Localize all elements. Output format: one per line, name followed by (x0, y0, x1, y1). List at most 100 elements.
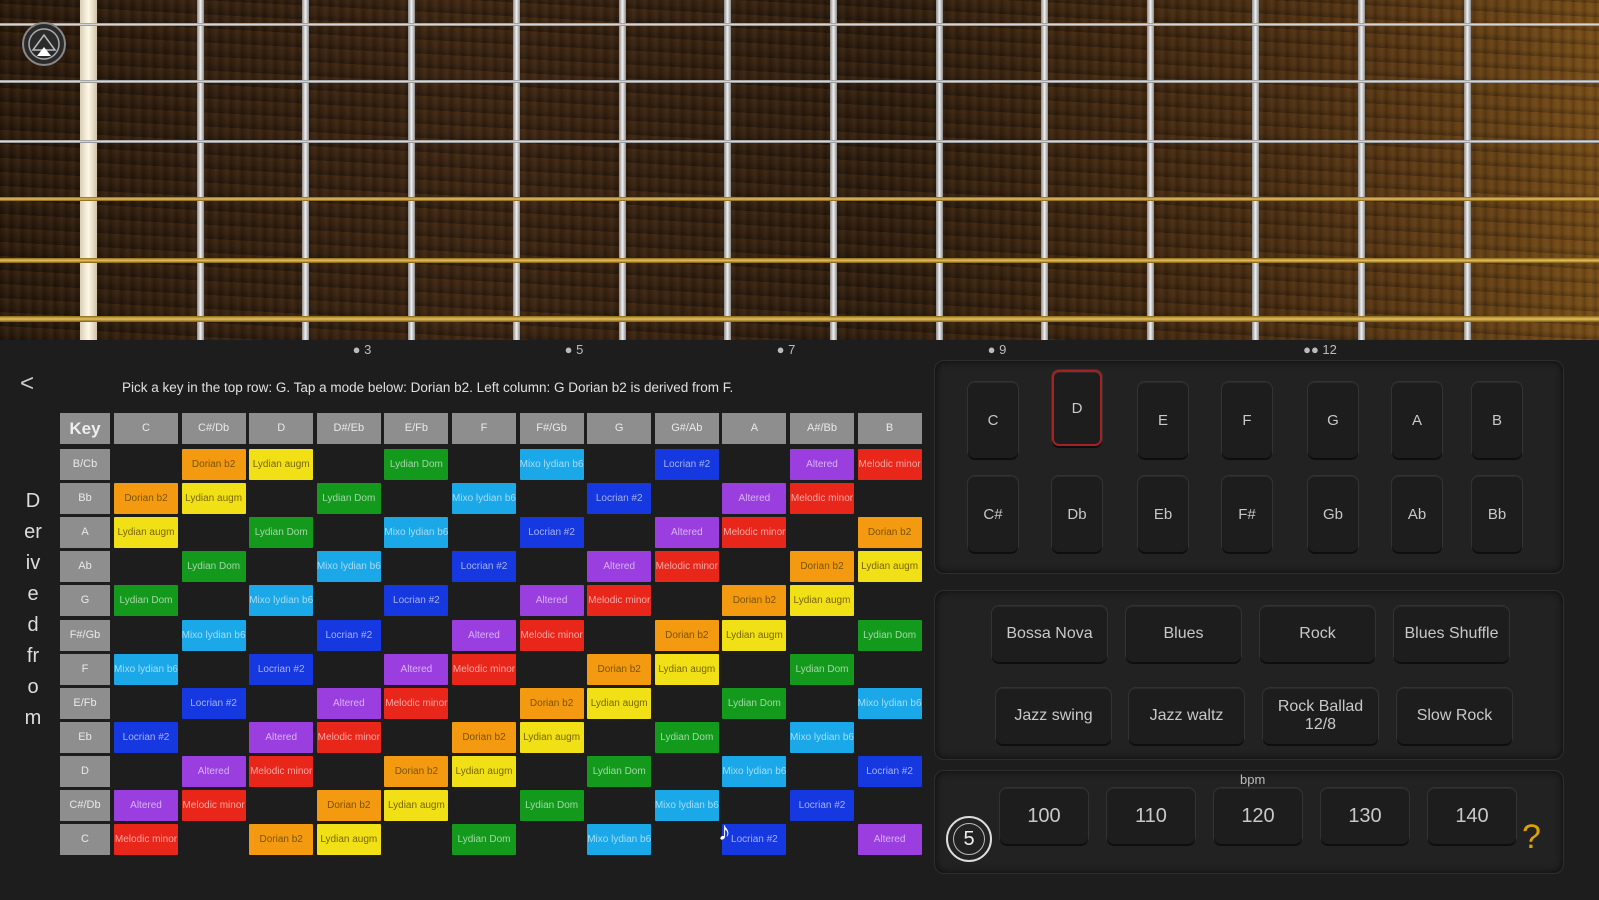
column-key-header[interactable]: F#/Gb (519, 413, 584, 444)
mode-cell[interactable]: Locrian #2 (114, 721, 178, 753)
mode-cell[interactable]: Locrian #2 (654, 449, 719, 480)
mode-cell[interactable]: Mixo lydian b6 (519, 449, 584, 480)
mode-cell[interactable]: Locrian #2 (790, 790, 854, 821)
mode-cell[interactable]: Altered (587, 551, 652, 583)
mode-cell[interactable]: Mixo lydian b6 (452, 483, 516, 515)
row-key-header[interactable]: F#/Gb (60, 619, 110, 651)
mode-cell[interactable]: Altered (114, 790, 178, 821)
mode-cell[interactable]: Melodic minor (519, 619, 584, 651)
mode-cell[interactable]: Dorian b2 (790, 551, 854, 583)
mode-cell[interactable]: Dorian b2 (654, 619, 719, 651)
mode-cell[interactable]: Dorian b2 (114, 483, 178, 515)
column-key-header[interactable]: A (722, 413, 787, 444)
key-button-b[interactable]: B (1472, 382, 1522, 458)
row-key-header[interactable]: A (60, 517, 110, 549)
mode-cell[interactable]: Melodic minor (249, 755, 314, 787)
mode-cell[interactable]: Locrian #2 (519, 517, 584, 549)
row-key-header[interactable]: Bb (60, 483, 110, 515)
mode-cell[interactable]: Mixo lydian b6 (316, 551, 381, 583)
mode-cell[interactable]: Altered (519, 585, 584, 617)
bpm-button[interactable]: 130 (1321, 788, 1409, 844)
style-button[interactable]: Blues Shuffle (1394, 606, 1509, 662)
bpm-button[interactable]: 110 (1107, 788, 1195, 844)
mode-cell[interactable]: Lydian Dom (114, 585, 178, 617)
mode-cell[interactable]: Lydian augm (452, 755, 516, 787)
column-key-header[interactable]: C#/Db (181, 413, 246, 444)
column-key-header[interactable]: C (114, 413, 178, 444)
column-key-header[interactable]: G (587, 413, 652, 444)
key-button-g[interactable]: G (1308, 382, 1358, 458)
key-button-ab[interactable]: Ab (1392, 476, 1442, 552)
mode-cell[interactable]: Lydian Dom (790, 653, 854, 685)
mode-cell[interactable]: Dorian b2 (857, 517, 922, 549)
row-key-header[interactable]: B/Cb (60, 449, 110, 480)
column-key-header[interactable]: B (857, 413, 922, 444)
mode-cell[interactable]: Altered (316, 687, 381, 719)
mode-cell[interactable]: Lydian Dom (722, 687, 787, 719)
mode-cell[interactable]: Mixo lydian b6 (722, 755, 787, 787)
style-button[interactable]: Blues (1126, 606, 1241, 662)
style-button[interactable]: Jazz waltz (1129, 688, 1244, 744)
key-button-c[interactable]: C (968, 382, 1018, 458)
row-key-header[interactable]: C (60, 824, 110, 856)
mode-cell[interactable]: Melodic minor (654, 551, 719, 583)
mode-cell[interactable]: Melodic minor (384, 687, 449, 719)
mode-cell[interactable]: Altered (722, 483, 787, 515)
mode-cell[interactable]: Lydian Dom (519, 790, 584, 821)
mode-cell[interactable]: Lydian augm (790, 585, 854, 617)
row-key-header[interactable]: E/Fb (60, 687, 110, 719)
mode-cell[interactable]: Lydian Dom (316, 483, 381, 515)
mode-cell[interactable]: Mixo lydian b6 (114, 653, 178, 685)
row-key-header[interactable]: F (60, 653, 110, 685)
mode-cell[interactable]: Altered (452, 619, 516, 651)
mode-cell[interactable]: Melodic minor (316, 721, 381, 753)
key-button-d[interactable]: D (1052, 370, 1102, 446)
mode-cell[interactable]: Locrian #2 (452, 551, 516, 583)
eject-up-icon[interactable] (22, 22, 66, 66)
mode-cell[interactable]: Dorian b2 (519, 687, 584, 719)
column-key-header[interactable]: E/Fb (384, 413, 449, 444)
mode-cell[interactable]: Melodic minor (181, 790, 246, 821)
mode-cell[interactable]: Melodic minor (114, 824, 178, 856)
mode-cell[interactable]: Lydian Dom (249, 517, 314, 549)
key-button-fsharp[interactable]: F# (1222, 476, 1272, 552)
mode-cell[interactable]: Locrian #2 (181, 687, 246, 719)
mode-cell[interactable]: Lydian Dom (857, 619, 922, 651)
mode-cell[interactable]: Lydian augm (181, 483, 246, 515)
mode-cell[interactable]: Dorian b2 (722, 585, 787, 617)
row-key-header[interactable]: Eb (60, 721, 110, 753)
column-key-header[interactable]: D#/Eb (316, 413, 381, 444)
mode-cell[interactable]: Dorian b2 (249, 824, 314, 856)
mode-cell[interactable]: Mixo lydian b6 (790, 721, 854, 753)
mode-cell[interactable]: Altered (181, 755, 246, 787)
mode-cell[interactable]: Mixo lydian b6 (654, 790, 719, 821)
column-key-header[interactable]: F (452, 413, 516, 444)
mode-cell[interactable]: Lydian augm (587, 687, 652, 719)
mode-cell[interactable]: Mixo lydian b6 (181, 619, 246, 651)
bpm-button[interactable]: 140 (1428, 788, 1516, 844)
bpm-button[interactable]: 100 (1000, 788, 1088, 844)
mode-cell[interactable]: Locrian #2 (316, 619, 381, 651)
mode-cell[interactable]: Lydian augm (857, 551, 922, 583)
fretboard[interactable] (0, 0, 1599, 340)
column-key-header[interactable]: D (249, 413, 314, 444)
count-in-button[interactable]: 5 (946, 816, 992, 862)
mode-cell[interactable]: Melodic minor (857, 449, 922, 480)
mode-cell[interactable]: Altered (249, 721, 314, 753)
style-button[interactable]: Slow Rock (1397, 688, 1512, 744)
mode-cell[interactable]: Lydian augm (519, 721, 584, 753)
bpm-button[interactable]: 120 (1214, 788, 1302, 844)
mode-cell[interactable]: Altered (857, 824, 922, 856)
mode-cell[interactable]: Lydian augm (114, 517, 178, 549)
mode-cell[interactable]: Locrian #2 (722, 824, 787, 856)
mode-cell[interactable]: Locrian #2 (384, 585, 449, 617)
mode-cell[interactable]: Lydian augm (384, 790, 449, 821)
row-key-header[interactable]: Ab (60, 551, 110, 583)
help-button[interactable]: ? (1522, 820, 1541, 854)
mode-cell[interactable]: Locrian #2 (857, 755, 922, 787)
style-button[interactable]: Jazz swing (996, 688, 1111, 744)
key-button-csharp[interactable]: C# (968, 476, 1018, 552)
mode-cell[interactable]: Melodic minor (722, 517, 787, 549)
key-button-db[interactable]: Db (1052, 476, 1102, 552)
style-button[interactable]: Bossa Nova (992, 606, 1107, 662)
